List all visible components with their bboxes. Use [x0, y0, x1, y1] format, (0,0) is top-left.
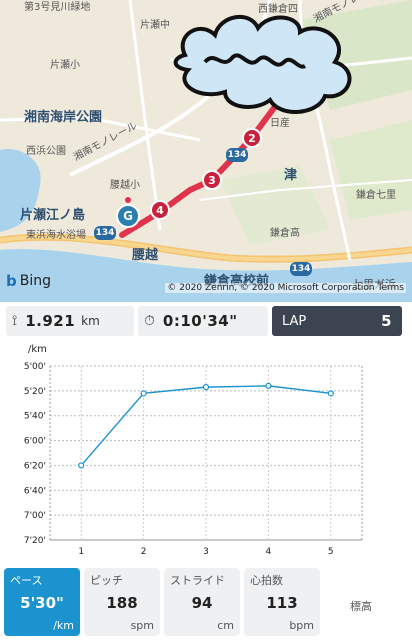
bing-b-icon: b — [6, 272, 17, 290]
distance-stat: ⟟ 1.921 km — [6, 306, 134, 336]
stats-row: ⟟ 1.921 km ⏱ 0:10'34" LAP 5 — [0, 306, 412, 342]
elevation-label: 標高 — [350, 600, 372, 613]
map-label: 鎌倉七里 — [356, 190, 396, 201]
map-label: 西鎌倉四 — [258, 4, 298, 15]
road-shield: 134 — [290, 262, 312, 276]
map-copyright[interactable]: © 2020 Zenrin, © 2020 Microsoft Corporat… — [165, 283, 406, 293]
y-tick-label: 6'40' — [24, 486, 46, 496]
y-axis-label: /km — [28, 344, 47, 355]
pace-series-line — [80, 385, 331, 466]
y-tick-label: 5'40' — [24, 412, 46, 422]
distance-value: 1.921 — [25, 312, 76, 330]
time-value: 0:10'34" — [162, 312, 238, 330]
route-map[interactable]: 第3号見川緑地 片瀬中 片瀬小 西鎌倉四 湘南海岸公園 西浜公園 湘南モノレール… — [0, 0, 412, 302]
stride-value: 94 — [191, 594, 213, 612]
map-label: 第3号見川緑地 — [24, 2, 91, 13]
data-point[interactable] — [265, 382, 272, 389]
pace-label: ペース — [10, 574, 43, 587]
data-point[interactable] — [327, 390, 334, 397]
pace-value: 5'30" — [20, 594, 64, 612]
y-tick-label: 7'20' — [24, 536, 46, 546]
time-stat: ⏱ 0:10'34" — [138, 306, 268, 336]
x-tick-label: 2 — [141, 547, 147, 557]
map-label: 津 — [284, 168, 298, 183]
lap-selector[interactable]: LAP 5 — [272, 306, 402, 336]
heart-rate-label: 心拍数 — [250, 574, 283, 587]
y-tick-label: 5'00' — [24, 362, 46, 372]
map-label: 日産 — [270, 118, 290, 129]
pace-chart-svg: /km 5'00' 5'20' 5'40' 6'00' 6'20' 6'40' 7'00' 7… — [24, 344, 363, 557]
stride-tab[interactable]: ストライド 94 cm — [164, 568, 240, 636]
y-tick-label: 5'20' — [24, 387, 46, 397]
road-shield: 134 — [94, 226, 116, 240]
map-label: 片瀬江ノ島 — [20, 208, 86, 223]
data-point[interactable] — [140, 390, 147, 397]
y-tick-label: 7'00' — [24, 511, 46, 521]
route-marker-3[interactable]: 3 — [202, 170, 222, 190]
x-tick-label: 5 — [328, 547, 334, 557]
stride-unit: cm — [217, 619, 234, 632]
lap-label: LAP — [282, 313, 307, 329]
pace-unit: /km — [53, 619, 74, 632]
heart-rate-tab[interactable]: 心拍数 113 bpm — [244, 568, 320, 636]
distance-unit: km — [81, 314, 100, 328]
stride-label: ストライド — [170, 574, 225, 587]
heart-rate-unit: bpm — [289, 619, 314, 632]
pitch-value: 188 — [106, 594, 138, 612]
x-tick-label: 4 — [266, 547, 272, 557]
route-distance-icon: ⟟ — [12, 313, 18, 329]
y-tick-label: 6'00' — [24, 437, 46, 447]
map-label: 西浜公園 — [26, 146, 66, 157]
map-label: 東浜海水浴場 — [26, 230, 86, 241]
map-label: 片瀬小 — [50, 60, 80, 71]
pitch-label: ピッチ — [90, 574, 123, 587]
goal-marker[interactable]: G — [116, 204, 140, 228]
map-label: 湘南海岸公園 — [24, 110, 103, 125]
map-label: 腰越 — [132, 248, 159, 263]
bing-label: Bing — [19, 273, 52, 289]
lap-value: 5 — [381, 312, 392, 330]
map-label: 鎌倉高 — [270, 228, 300, 239]
heart-rate-value: 113 — [266, 594, 298, 612]
pitch-unit: spm — [130, 619, 154, 632]
stopwatch-icon: ⏱ — [144, 313, 155, 329]
data-point[interactable] — [78, 462, 85, 469]
route-marker-4[interactable]: 4 — [150, 200, 170, 220]
pace-chart: /km 5'00' 5'20' 5'40' 6'00' 6'20' 6'40' 7'00' 7… — [0, 342, 412, 564]
metric-tabs: ペース 5'30" /km ピッチ 188 spm ストライド 94 cm 心拍… — [0, 568, 412, 640]
y-tick-label: 6'20' — [24, 461, 46, 471]
map-label: 腰越小 — [110, 180, 140, 191]
pace-tab[interactable]: ペース 5'30" /km — [4, 568, 80, 636]
map-label: 片瀬中 — [140, 20, 170, 31]
bing-logo: b Bing — [6, 272, 51, 290]
data-point[interactable] — [202, 384, 210, 391]
x-tick-label: 3 — [203, 547, 209, 557]
route-marker-2[interactable]: 2 — [242, 128, 262, 148]
elevation-tab[interactable]: 標高 — [324, 568, 400, 636]
pitch-tab[interactable]: ピッチ 188 spm — [84, 568, 160, 636]
x-tick-label: 1 — [78, 547, 84, 557]
road-shield: 134 — [226, 148, 248, 162]
